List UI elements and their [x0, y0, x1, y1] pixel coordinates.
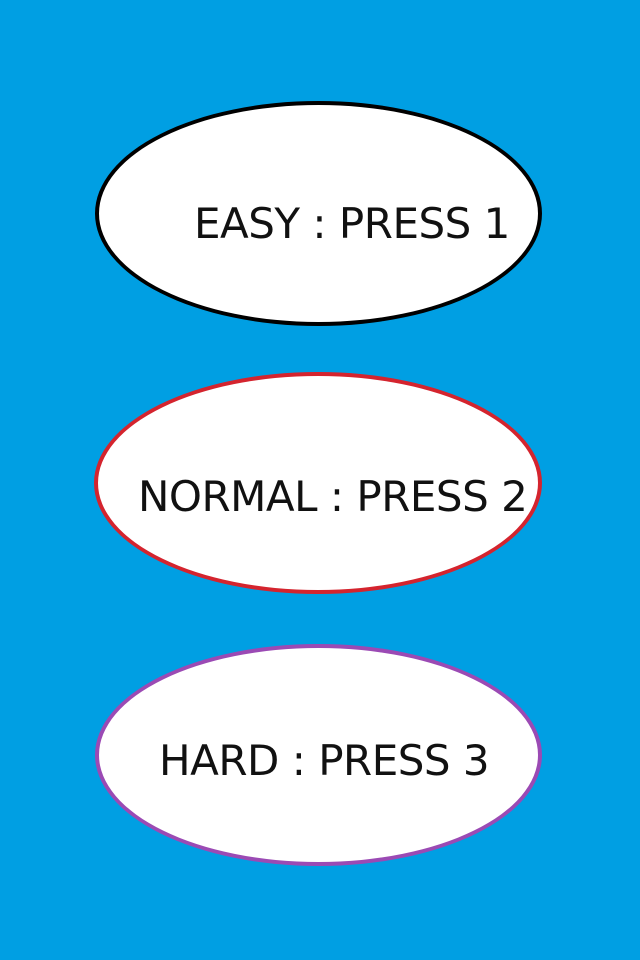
normal-difficulty-button[interactable]: NORMAL : PRESS 2 — [94, 372, 542, 594]
easy-difficulty-label: EASY : PRESS 1 — [194, 199, 510, 248]
hard-difficulty-button[interactable]: HARD : PRESS 3 — [95, 644, 542, 866]
hard-difficulty-label: HARD : PRESS 3 — [159, 736, 490, 785]
normal-difficulty-label: NORMAL : PRESS 2 — [138, 472, 528, 521]
easy-difficulty-button[interactable]: EASY : PRESS 1 — [95, 101, 542, 326]
